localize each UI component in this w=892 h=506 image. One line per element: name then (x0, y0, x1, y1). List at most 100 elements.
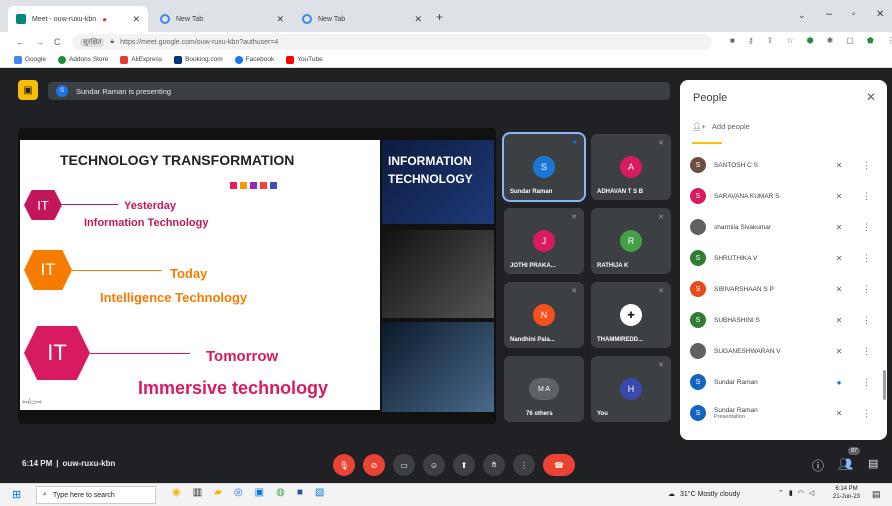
word-icon[interactable]: ▧ (315, 487, 324, 498)
url-field[interactable]: सुरक्षित 🔒︎ https://meet.google.com/ouw-… (72, 34, 712, 50)
tray-expand-icon[interactable]: ⌃ (778, 489, 784, 497)
participant-tile[interactable]: ✚ THAMMIREDD... ✕ (591, 282, 671, 348)
more-actions-icon[interactable]: ⋮ (862, 160, 871, 171)
bookmark-addons[interactable]: Addons Store (57, 55, 108, 64)
back-icon[interactable]: ← (16, 37, 25, 47)
app-icon[interactable]: ■ (297, 487, 303, 498)
mic-muted-icon[interactable]: ✕ (832, 192, 846, 201)
more-options-button[interactable]: ⋮ (513, 454, 535, 476)
weather-widget[interactable]: ☁ 31°C Mostly cloudy (668, 490, 740, 499)
chrome-taskbar-icon[interactable]: ◍ (276, 487, 285, 498)
forward-icon[interactable]: → (35, 37, 44, 47)
participant-tile[interactable]: R RATHIJA K ✕ (591, 208, 671, 274)
close-tab-icon[interactable]: ✕ (132, 14, 140, 25)
participant-tile[interactable]: N Nandhini Pala... ✕ (504, 282, 584, 348)
profile-shield-icon[interactable]: ⬟ (867, 36, 874, 45)
participant-tile[interactable]: M A 76 others (504, 356, 584, 422)
notification-icon[interactable]: ▤ (872, 489, 881, 500)
sidepanel-icon[interactable]: ▢ (846, 36, 854, 45)
windows-start-icon[interactable]: ⊞ (12, 488, 21, 501)
meeting-details-icon[interactable]: ⓘ (812, 457, 824, 474)
new-tab-button[interactable]: + (436, 10, 443, 24)
more-actions-icon[interactable]: ⋮ (862, 346, 871, 357)
bookmark-star-icon[interactable]: ☆ (786, 36, 793, 45)
mic-muted-icon[interactable]: ✕ (832, 254, 846, 263)
share-icon[interactable]: ⇪ (767, 36, 774, 45)
bookmark-facebook[interactable]: Facebook (234, 55, 274, 64)
connector-line (72, 270, 162, 271)
taskbar-clock[interactable]: 6:14 PM 21-Jun-23 (833, 486, 860, 502)
reload-icon[interactable]: C (54, 37, 61, 47)
participant-tile[interactable]: S Sundar Raman ● (502, 132, 586, 202)
mic-muted-icon[interactable]: ✕ (832, 347, 846, 356)
mic-muted-icon[interactable]: ✕ (832, 223, 846, 232)
cortana-icon[interactable]: ◉ (172, 487, 181, 498)
taskbar-search-box[interactable]: ⌕ Type here to search (36, 486, 156, 504)
presentation-toggle-button[interactable]: ▣ (18, 80, 38, 100)
close-window-button[interactable]: ✕ (876, 9, 884, 20)
close-tab-icon[interactable]: ✕ (414, 14, 422, 25)
edge-icon[interactable]: ◎ (234, 487, 243, 498)
store-icon[interactable]: ▣ (255, 487, 264, 498)
emoji-button[interactable]: ☺ (423, 454, 445, 476)
mic-muted-icon[interactable]: ✕ (832, 161, 846, 170)
mic-off-button[interactable]: 🎙︎ (333, 454, 355, 476)
network-icon[interactable]: ◠ (798, 489, 804, 497)
volume-icon[interactable]: ◁ (809, 489, 814, 497)
bookmark-google[interactable]: Google (14, 55, 46, 64)
more-actions-icon[interactable]: ⋮ (862, 408, 871, 419)
participant-tile[interactable]: A ADHAVAN T S B ✕ (591, 134, 671, 200)
battery-icon[interactable]: ▮ (789, 489, 793, 497)
bookmark-booking[interactable]: Booking.com (174, 55, 223, 64)
more-actions-icon[interactable]: ⋮ (862, 253, 871, 264)
security-chip[interactable]: सुरक्षित (80, 37, 105, 47)
more-actions-icon[interactable]: ⋮ (862, 377, 871, 388)
more-actions-icon[interactable]: ⋮ (862, 284, 871, 295)
people-button[interactable]: 👥︎ (838, 457, 853, 471)
slide-nav-controls[interactable]: ⇦/▭⇨ (22, 398, 42, 406)
leave-call-button[interactable]: ☎︎ (543, 454, 575, 476)
bookmark-aliexpress[interactable]: AliExpress (120, 55, 162, 64)
people-list-item[interactable]: S SHRUTHIKA V ✕ ⋮ (690, 247, 875, 269)
minimize-button[interactable]: – (826, 8, 832, 20)
close-panel-icon[interactable]: ✕ (866, 90, 876, 104)
present-button[interactable]: ⬆ (453, 454, 475, 476)
raise-hand-button[interactable]: ✋︎ (483, 454, 505, 476)
tab-search-icon[interactable]: ⌄ (798, 10, 806, 21)
bookmark-youtube[interactable]: YouTube (286, 55, 323, 64)
add-people-button[interactable]: 👤︎+ Add people (692, 122, 750, 131)
task-view-icon[interactable]: ▥ (193, 487, 202, 498)
chat-icon[interactable]: ▤ (868, 457, 878, 470)
participant-tile[interactable]: J JOTHI PRAKA... ✕ (504, 208, 584, 274)
extensions-puzzle-icon[interactable]: ✱ (827, 36, 834, 45)
key-icon[interactable]: ⚷ (748, 36, 754, 45)
more-actions-icon[interactable]: ⋮ (862, 222, 871, 233)
close-tab-icon[interactable]: ✕ (276, 14, 284, 25)
people-scrollbar[interactable] (883, 370, 886, 400)
people-list-item[interactable]: S Sundar Raman ● ⋮ (690, 371, 875, 393)
more-actions-icon[interactable]: ⋮ (862, 315, 871, 326)
maximize-button[interactable]: ▫ (852, 9, 856, 20)
people-list-item[interactable]: sharmila Sivakumar ✕ ⋮ (690, 216, 875, 238)
more-actions-icon[interactable]: ⋮ (862, 191, 871, 202)
tab-new-1[interactable]: New Tab ✕ (152, 6, 292, 32)
camera-icon[interactable]: ■ (730, 36, 735, 45)
file-explorer-icon[interactable]: ▰ (214, 487, 222, 498)
camera-off-button[interactable]: ⊘ (363, 454, 385, 476)
people-list-item[interactable]: S SANTOSH C S ✕ ⋮ (690, 154, 875, 176)
people-list-item[interactable]: S SIBIVARSHAAN S P ✕ ⋮ (690, 278, 875, 300)
people-list-item[interactable]: S SUBHASHINI S ✕ ⋮ (690, 309, 875, 331)
mic-muted-icon[interactable]: ✕ (832, 285, 846, 294)
extension-shield-icon[interactable]: ⬢ (807, 36, 814, 45)
tab-meet[interactable]: Meet - ouw-ruxu-kbn ● ✕ (8, 6, 148, 32)
speaking-indicator-icon[interactable]: ● (832, 378, 846, 387)
mic-muted-icon[interactable]: ✕ (832, 316, 846, 325)
people-list-item[interactable]: S Sundar Raman Presentation ✕ ⋮ (690, 402, 875, 424)
participant-tile[interactable]: H You ✕ (591, 356, 671, 422)
menu-kebab-icon[interactable]: ⋮ (887, 36, 892, 45)
tab-new-2[interactable]: New Tab ✕ (294, 6, 430, 32)
people-list-item[interactable]: S SARAVANA KUMAR S ✕ ⋮ (690, 185, 875, 207)
mic-muted-icon[interactable]: ✕ (832, 409, 846, 418)
captions-button[interactable]: ▭ (393, 454, 415, 476)
people-list-item[interactable]: SUGANESHWARAN V ✕ ⋮ (690, 340, 875, 362)
